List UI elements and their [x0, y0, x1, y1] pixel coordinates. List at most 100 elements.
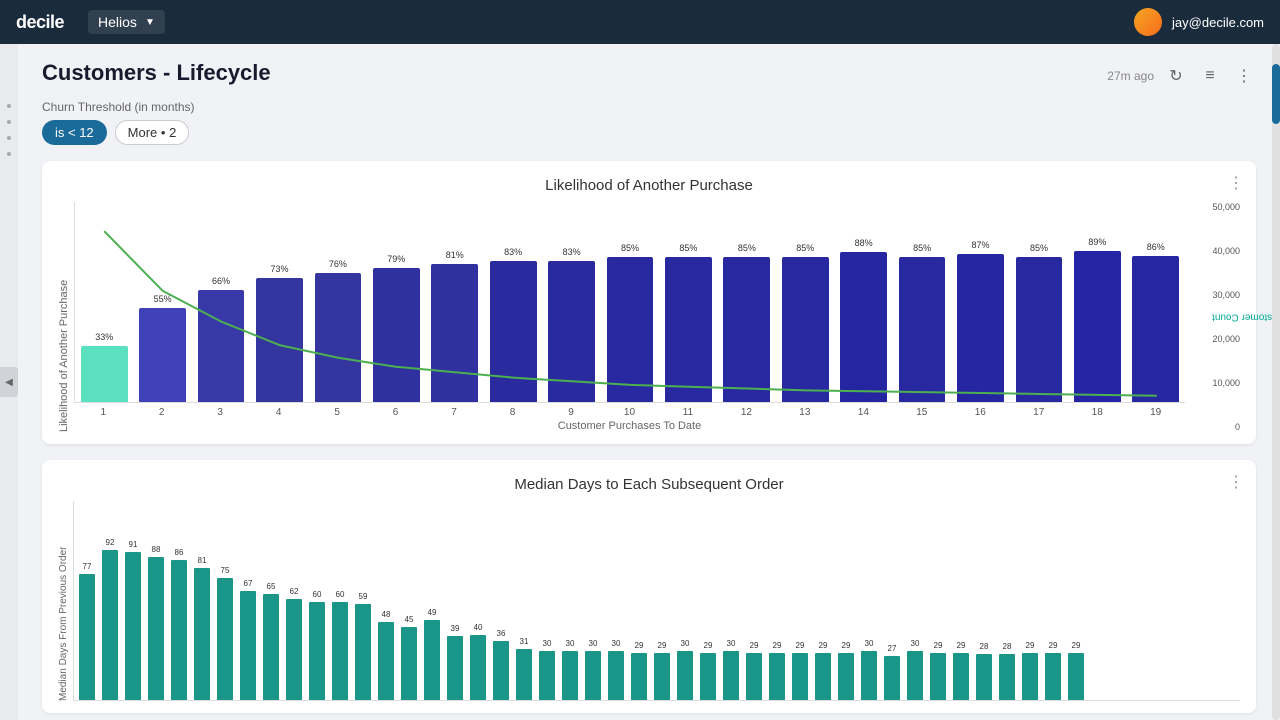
bar-pct-label: 33%: [95, 332, 113, 342]
chart1-bar-1: 33%: [75, 346, 133, 402]
bar2-val-label: 81: [198, 556, 207, 565]
chart1-bar-15: 85%: [893, 257, 951, 402]
sidebar-toggle[interactable]: ◀: [0, 367, 18, 397]
refresh-icon[interactable]: ↻: [1164, 64, 1188, 88]
chart2-menu-icon[interactable]: ⋮: [1228, 472, 1244, 492]
sidebar: ◀: [0, 44, 18, 720]
bar2-val-label: 30: [566, 639, 575, 648]
bar2-val-label: 30: [911, 639, 920, 648]
bar2-val-label: 77: [83, 562, 92, 571]
right-axis-tick: 30,000: [1212, 290, 1240, 300]
chart2-bar-39: 29: [950, 653, 972, 700]
chart2-bar-19: 36: [490, 641, 512, 700]
bar-pct-label: 85%: [738, 243, 756, 253]
bar2-val-label: 60: [313, 590, 322, 599]
chart2-bar-37: 30: [904, 651, 926, 700]
chart2-bar-22: 30: [559, 651, 581, 700]
chart2-bar-23: 30: [582, 651, 604, 700]
page-actions: 27m ago ↻ ≡ ⋮: [1107, 64, 1256, 88]
chart2-bar-25: 29: [628, 653, 650, 700]
more-options-icon[interactable]: ⋮: [1232, 64, 1256, 88]
chart2-bar-16: 49: [421, 620, 443, 700]
bar2-val-label: 65: [267, 582, 276, 591]
chart2-y-label: Median Days From Previous Order: [58, 501, 69, 701]
bar2-val-label: 62: [290, 587, 299, 596]
bar2-val-label: 75: [221, 566, 230, 575]
bar-pct-label: 89%: [1088, 237, 1106, 247]
chart2-bar-11: 60: [306, 602, 328, 700]
nav-dot-3: [7, 136, 11, 140]
x-tick: 7: [425, 407, 483, 418]
chip-more[interactable]: More • 2: [115, 120, 190, 145]
bar-pct-label: 83%: [504, 247, 522, 257]
logo: decile: [16, 12, 64, 33]
x-tick: 1: [74, 407, 132, 418]
right-axis-tick: 20,000: [1212, 334, 1240, 344]
chart2-bar-40: 28: [973, 654, 995, 700]
nav-dot-2: [7, 120, 11, 124]
chart1-bar-9: 83%: [542, 261, 600, 402]
x-tick: 5: [308, 407, 366, 418]
bar2-val-label: 86: [175, 548, 184, 557]
chart1-bar-16: 87%: [951, 254, 1009, 402]
bar-pct-label: 73%: [270, 264, 288, 274]
chart1-bar-4: 73%: [250, 278, 308, 402]
chart2-bar-9: 65: [260, 594, 282, 700]
bar2-val-label: 49: [428, 608, 437, 617]
bar2-val-label: 29: [957, 641, 966, 650]
chart1-bar-13: 85%: [776, 257, 834, 402]
chart1-title: Likelihood of Another Purchase: [58, 177, 1240, 194]
bar2-val-label: 29: [1026, 641, 1035, 650]
bar2-val-label: 28: [980, 642, 989, 651]
chart2-bar-13: 59: [352, 604, 374, 700]
chart1-bar-5: 76%: [309, 273, 367, 402]
chip-active[interactable]: is < 12: [42, 120, 107, 145]
chart1-bar-6: 79%: [367, 268, 425, 402]
chart2-bar-44: 29: [1065, 653, 1087, 700]
nav-dot-1: [7, 104, 11, 108]
bar-pct-label: 85%: [796, 243, 814, 253]
dropdown-arrow-icon: ▼: [145, 17, 155, 28]
filter-label: Churn Threshold (in months): [42, 100, 1256, 114]
x-tick: 2: [132, 407, 190, 418]
bar2-val-label: 92: [106, 538, 115, 547]
bar2-val-label: 29: [842, 641, 851, 650]
chart1-bar-11: 85%: [659, 257, 717, 402]
bar2-val-label: 40: [474, 623, 483, 632]
bar2-val-label: 60: [336, 590, 345, 599]
filters-section: Churn Threshold (in months) is < 12 More…: [42, 100, 1256, 145]
bar-pct-label: 87%: [972, 240, 990, 250]
bar-pct-label: 86%: [1147, 242, 1165, 252]
chart2-bar-6: 81: [191, 568, 213, 700]
chart1-menu-icon[interactable]: ⋮: [1228, 173, 1244, 193]
bar2-val-label: 36: [497, 629, 506, 638]
x-tick: 14: [834, 407, 892, 418]
filter-icon[interactable]: ≡: [1198, 64, 1222, 88]
bar-pct-label: 66%: [212, 276, 230, 286]
chart2-bar-36: 27: [881, 656, 903, 700]
x-tick: 11: [659, 407, 717, 418]
topnav: decile Helios ▼ jay@decile.com: [0, 0, 1280, 44]
x-tick: 9: [542, 407, 600, 418]
right-label-text: Customer Count: [1212, 312, 1280, 323]
right-axis-tick: 10,000: [1212, 378, 1240, 388]
filter-chips: is < 12 More • 2: [42, 120, 1256, 145]
bar2-val-label: 29: [796, 641, 805, 650]
bar2-val-label: 29: [773, 641, 782, 650]
chart2-bar-2: 92: [99, 550, 121, 700]
chart2-bar-4: 88: [145, 557, 167, 700]
bar2-val-label: 27: [888, 644, 897, 653]
page-header: Customers - Lifecycle 27m ago ↻ ≡ ⋮: [42, 60, 1256, 88]
bar-pct-label: 81%: [446, 250, 464, 260]
bar2-val-label: 29: [635, 641, 644, 650]
chart1-x-title: Customer Purchases To Date: [74, 420, 1185, 432]
bar2-val-label: 30: [727, 639, 736, 648]
bar-pct-label: 55%: [154, 294, 172, 304]
right-scrollbar[interactable]: [1272, 44, 1280, 720]
bar-pct-label: 76%: [329, 259, 347, 269]
right-axis-tick: 50,000: [1212, 202, 1240, 212]
bar2-val-label: 30: [865, 639, 874, 648]
workspace-selector[interactable]: Helios ▼: [88, 10, 165, 34]
chart2-bar-21: 30: [536, 651, 558, 700]
nav-right: jay@decile.com: [1134, 8, 1264, 36]
